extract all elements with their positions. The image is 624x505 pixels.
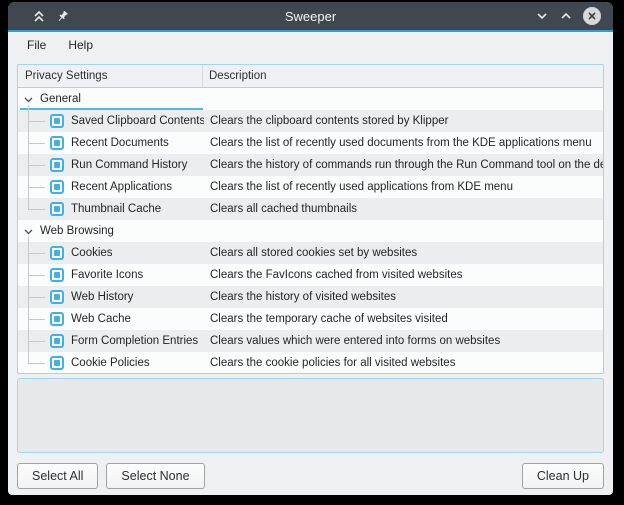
row-label: Cookies (71, 247, 113, 259)
tree-branch-line (18, 264, 46, 286)
table-row[interactable]: Web Cache Clears the temporary cache of … (18, 308, 603, 330)
table-row[interactable]: Saved Clipboard Contents Clears the clip… (18, 110, 603, 132)
checkbox-checked[interactable] (50, 290, 64, 304)
checkbox-checked[interactable] (50, 114, 64, 128)
table-row[interactable]: Run Command History Clears the history o… (18, 154, 603, 176)
row-description: Clears values which were entered into fo… (204, 330, 603, 352)
checkbox-checked[interactable] (50, 312, 64, 326)
minimize-icon[interactable] (535, 9, 549, 23)
checkbox-mark (54, 272, 60, 278)
select-all-button[interactable]: Select All (17, 463, 98, 489)
menu-help[interactable]: Help (59, 35, 102, 55)
checkbox-checked[interactable] (50, 158, 64, 172)
checkbox-mark (54, 294, 60, 300)
row-label: Form Completion Entries (71, 335, 198, 347)
checkbox-checked[interactable] (50, 246, 64, 260)
table-row[interactable]: Cookies Clears all stored cookies set by… (18, 242, 603, 264)
table-body: General Saved Clipboard Contents Clears … (18, 88, 603, 374)
table-row[interactable]: General (18, 88, 603, 110)
row-description: Clears the list of recently used applica… (204, 176, 603, 198)
row-description (204, 88, 603, 110)
row-description: Clears the FavIcons cached from visited … (204, 264, 603, 286)
row-label: Web Browsing (40, 225, 114, 237)
checkbox-mark (54, 360, 60, 366)
row-label: General (40, 93, 81, 105)
tree-branch-line (18, 352, 46, 374)
chevron-down-icon[interactable] (22, 225, 35, 238)
row-description: Clears all cached thumbnails (204, 198, 603, 220)
button-row: Select All Select None Clean Up (17, 463, 604, 489)
window-title: Sweeper (8, 9, 613, 24)
tree-branch-line (18, 110, 46, 132)
keep-above-icon[interactable] (32, 9, 46, 23)
status-panel (17, 378, 604, 453)
row-description: Clears the history of commands run throu… (204, 154, 603, 176)
tree-branch-line (18, 198, 46, 220)
row-label: Recent Documents (71, 137, 169, 149)
checkbox-checked[interactable] (50, 202, 64, 216)
row-description: Clears the history of visited websites (204, 286, 603, 308)
tree-branch-line (18, 308, 46, 330)
tree-branch-line (18, 330, 46, 352)
tree-branch-line (18, 242, 46, 264)
table-row[interactable]: Cookie Policies Clears the cookie polici… (18, 352, 603, 374)
titlebar[interactable]: Sweeper (8, 2, 613, 30)
row-label: Web Cache (71, 313, 131, 325)
checkbox-checked[interactable] (50, 268, 64, 282)
row-description: Clears all stored cookies set by website… (204, 242, 603, 264)
table-row[interactable]: Recent Documents Clears the list of rece… (18, 132, 603, 154)
tree-branch-line (18, 286, 46, 308)
menu-file[interactable]: File (18, 35, 55, 55)
close-icon[interactable] (583, 7, 601, 25)
table-row[interactable]: Thumbnail Cache Clears all cached thumbn… (18, 198, 603, 220)
checkbox-checked[interactable] (50, 334, 64, 348)
row-description: Clears the cookie policies for all visit… (204, 352, 603, 374)
privacy-settings-tree[interactable]: Privacy Settings Description General (17, 64, 604, 374)
row-label: Favorite Icons (71, 269, 143, 281)
row-label: Cookie Policies (71, 357, 150, 369)
tree-branch-line (18, 132, 46, 154)
clean-up-button[interactable]: Clean Up (522, 463, 604, 489)
row-label: Thumbnail Cache (71, 203, 161, 215)
pin-icon[interactable] (55, 9, 69, 23)
tree-branch-line (18, 154, 46, 176)
checkbox-mark (54, 250, 60, 256)
checkbox-checked[interactable] (50, 180, 64, 194)
checkbox-mark (54, 140, 60, 146)
checkbox-mark (54, 184, 60, 190)
checkbox-checked[interactable] (50, 136, 64, 150)
tree-branch-line (18, 176, 46, 198)
sweeper-window: Sweeper File Help (8, 2, 613, 495)
row-label: Saved Clipboard Contents (71, 115, 204, 127)
column-header-privacy-settings[interactable]: Privacy Settings (18, 65, 203, 87)
menubar: File Help (8, 32, 613, 58)
checkbox-mark (54, 162, 60, 168)
row-description: Clears the temporary cache of websites v… (204, 308, 603, 330)
row-label: Recent Applications (71, 181, 172, 193)
checkbox-mark (54, 316, 60, 322)
row-label: Run Command History (71, 159, 187, 171)
checkbox-checked[interactable] (50, 356, 64, 370)
row-description (204, 220, 603, 242)
checkbox-mark (54, 118, 60, 124)
row-description: Clears the list of recently used documen… (204, 132, 603, 154)
table-header: Privacy Settings Description (18, 65, 603, 88)
select-none-button[interactable]: Select None (106, 463, 204, 489)
chevron-down-icon[interactable] (22, 93, 35, 106)
maximize-icon[interactable] (559, 9, 573, 23)
table-row[interactable]: Recent Applications Clears the list of r… (18, 176, 603, 198)
row-label: Web History (71, 291, 133, 303)
table-row[interactable]: Web Browsing (18, 220, 603, 242)
row-description: Clears the clipboard contents stored by … (204, 110, 603, 132)
table-row[interactable]: Form Completion Entries Clears values wh… (18, 330, 603, 352)
checkbox-mark (54, 206, 60, 212)
column-header-description[interactable]: Description (203, 65, 603, 87)
table-row[interactable]: Web History Clears the history of visite… (18, 286, 603, 308)
table-row[interactable]: Favorite Icons Clears the FavIcons cache… (18, 264, 603, 286)
checkbox-mark (54, 338, 60, 344)
